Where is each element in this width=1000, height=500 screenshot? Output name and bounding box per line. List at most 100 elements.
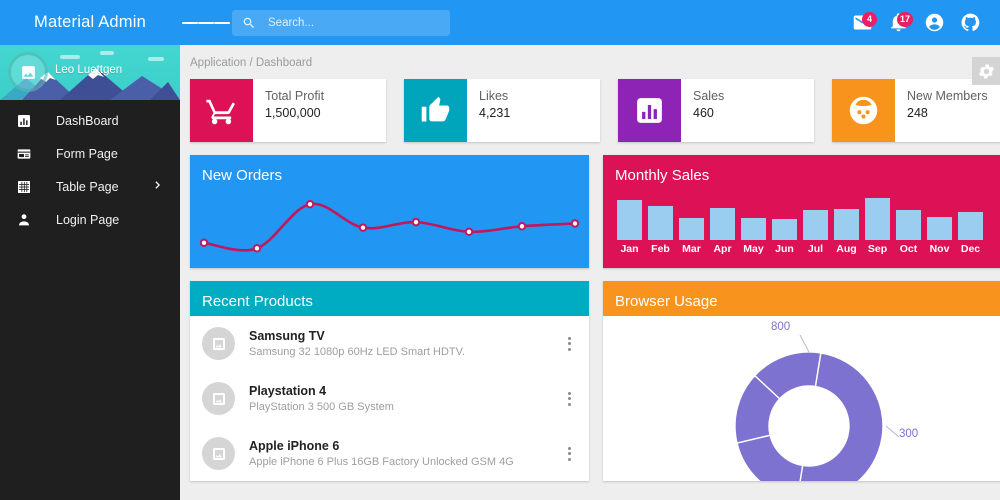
thumb-up-icon [404, 79, 467, 142]
bar [648, 205, 673, 240]
stat-value: 4,231 [479, 106, 511, 120]
list-item[interactable]: Apple iPhone 6 Apple iPhone 6 Plus 16GB F… [190, 426, 589, 481]
image-icon [202, 382, 235, 415]
account-circle-icon[interactable] [916, 12, 952, 33]
data-point[interactable] [570, 219, 580, 228]
hamburger-bar [214, 21, 230, 24]
cart-icon [190, 79, 253, 142]
bar-label: May [743, 243, 764, 255]
bar-column[interactable]: Aug [834, 193, 859, 255]
sidebar-item-login-page[interactable]: Login Page [0, 203, 180, 236]
bar [741, 217, 766, 240]
sidebar-item-dashboard[interactable]: DashBoard [0, 104, 180, 137]
stat-value: 1,500,000 [265, 106, 321, 120]
bar-label: Feb [651, 243, 670, 255]
data-point[interactable] [358, 223, 368, 232]
form-icon [16, 146, 38, 162]
stat-body: Sales 460 [681, 79, 724, 142]
more-vert-icon[interactable] [557, 446, 581, 461]
bar-column[interactable]: Nov [927, 193, 952, 255]
bar-label: Oct [899, 243, 918, 255]
bar-column[interactable]: Mar [679, 193, 704, 255]
donut-segment[interactable] [736, 434, 804, 481]
bar-column[interactable]: Oct [896, 193, 921, 255]
bar-column[interactable]: Jun [772, 193, 797, 255]
image-icon [202, 327, 235, 360]
bar-column[interactable]: May [741, 193, 766, 255]
leader-line [885, 425, 900, 438]
breadcrumb: Application / Dashboard [190, 57, 313, 69]
stat-label: Likes [479, 89, 509, 103]
bar [865, 197, 890, 240]
lower-row: Recent Products Samsung TV Samsung 32 108… [180, 281, 1000, 481]
profile-name: Leo Luettgen [55, 64, 123, 76]
sidebar-nav: DashBoard Form Page Table Page Login Pag… [0, 100, 180, 236]
data-point[interactable] [411, 217, 421, 227]
charts-row: New Orders Monthly Sales Jan Feb Mar Apr May… [180, 155, 1000, 268]
stat-card-sales[interactable]: Sales 460 [618, 79, 814, 142]
main-content: Application / Dashboard Total Profit 1,5… [180, 45, 1000, 500]
bar [927, 216, 952, 240]
bar-column[interactable]: Apr [710, 193, 735, 255]
product-text: Playstation 4 PlayStation 3 500 GB System [249, 384, 557, 413]
brand-header: Material Admin [0, 0, 180, 45]
bell-icon[interactable]: 17 [880, 12, 916, 33]
grid-icon [16, 179, 38, 195]
list-item[interactable]: Samsung TV Samsung 32 1080p 60Hz LED Smar… [190, 316, 589, 371]
cloud-icon [100, 51, 114, 55]
data-point[interactable] [252, 244, 262, 253]
product-name: Playstation 4 [249, 384, 327, 398]
new-orders-title: New Orders [202, 167, 283, 184]
bar-label: Mar [682, 243, 701, 255]
more-vert-icon[interactable] [557, 391, 581, 406]
new-orders-line-chart [199, 199, 580, 253]
stat-card-likes[interactable]: Likes 4,231 [404, 79, 600, 142]
gear-icon[interactable] [972, 57, 1000, 85]
stat-label: Total Profit [265, 89, 325, 103]
bar-label: Sep [867, 243, 888, 255]
brand-title: Material Admin [34, 13, 146, 31]
stat-value: 248 [907, 106, 928, 120]
bar-column[interactable]: Jan [617, 193, 642, 255]
dashboard-page: Material Admin Leo Luettgen DashBoard Fo… [0, 0, 1000, 500]
bar-column[interactable]: Dec [958, 193, 983, 255]
bar [834, 208, 859, 240]
data-point[interactable] [199, 238, 209, 248]
chevron-right-icon [152, 178, 164, 196]
more-vert-icon[interactable] [557, 336, 581, 351]
new-orders-panel: New Orders [190, 155, 589, 268]
sidebar-profile[interactable]: Leo Luettgen [0, 45, 180, 100]
sidebar-item-table-page[interactable]: Table Page [0, 170, 180, 203]
bar-column[interactable]: Jul [803, 193, 828, 255]
bar [896, 210, 921, 240]
search-input[interactable] [268, 16, 440, 29]
recent-products-header: Recent Products [190, 281, 589, 316]
stat-card-new-members[interactable]: New Members 248 [832, 79, 1000, 142]
topbar: 4 17 [180, 0, 1000, 45]
sidebar-item-form-page[interactable]: Form Page [0, 137, 180, 170]
bar-column[interactable]: Feb [648, 193, 673, 255]
mail-icon[interactable]: 4 [844, 12, 880, 33]
bell-badge: 17 [896, 12, 913, 27]
data-point[interactable] [464, 227, 474, 236]
product-text: Apple iPhone 6 Apple iPhone 6 Plus 16GB F… [249, 439, 557, 468]
stat-card-total-profit[interactable]: Total Profit 1,500,000 [190, 79, 386, 142]
sidebar-item-label: Login Page [56, 212, 120, 227]
search-box[interactable] [232, 9, 450, 36]
image-icon [202, 437, 235, 470]
person-icon [16, 212, 38, 228]
github-icon[interactable] [952, 12, 988, 33]
bar-label: Aug [836, 243, 857, 255]
recent-products-title: Recent Products [202, 293, 313, 310]
bar [617, 200, 642, 240]
stat-value: 460 [693, 106, 714, 120]
data-point[interactable] [517, 222, 527, 231]
data-point[interactable] [305, 199, 315, 209]
bar-label: Jan [620, 243, 639, 255]
bar-column[interactable]: Sep [865, 193, 890, 255]
list-item[interactable]: Playstation 4 PlayStation 3 500 GB System [190, 371, 589, 426]
avatar[interactable] [8, 52, 48, 92]
recent-products-panel: Recent Products Samsung TV Samsung 32 108… [190, 281, 589, 481]
topbar-actions: 4 17 [844, 12, 1000, 33]
hamburger-icon[interactable] [180, 20, 232, 26]
